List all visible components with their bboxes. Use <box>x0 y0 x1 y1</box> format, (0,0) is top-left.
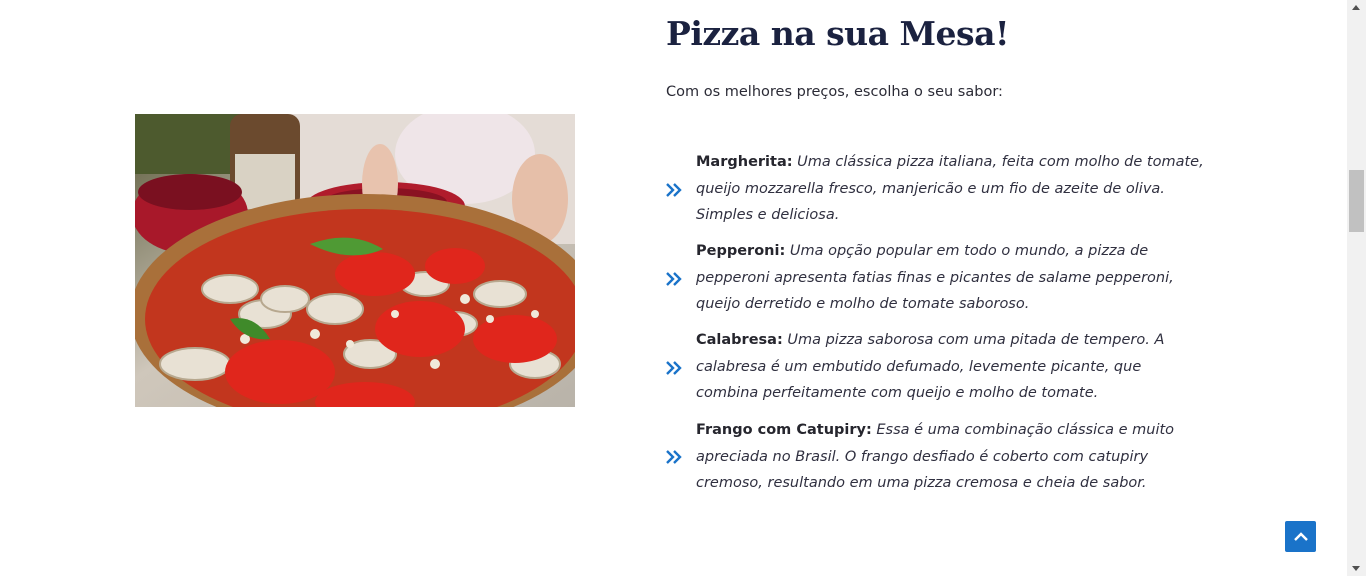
scroll-up-arrow-icon[interactable] <box>1352 5 1360 10</box>
scroll-down-arrow-icon[interactable] <box>1352 566 1360 571</box>
list-item-text: Pepperoni: Uma opção popular em todo o m… <box>696 238 1206 318</box>
scroll-to-top-button[interactable] <box>1285 521 1316 552</box>
section-title: Pizza na sua Mesa! <box>666 14 1009 53</box>
list-item-text: Frango com Catupiry: Essa é uma combinaç… <box>696 417 1206 497</box>
page-scrollbar[interactable] <box>1347 0 1366 576</box>
flavor-name: Pepperoni: <box>696 243 786 259</box>
list-item-frango-com-catupiry: Frango com Catupiry: Essa é uma combinaç… <box>666 417 1226 497</box>
double-chevron-right-icon <box>666 361 682 375</box>
double-chevron-right-icon <box>666 450 682 464</box>
list-item-calabresa: Calabresa: Uma pizza saborosa com uma pi… <box>666 327 1226 407</box>
list-item-text: Margherita: Uma clássica pizza italiana,… <box>696 149 1206 229</box>
list-item-pepperoni: Pepperoni: Uma opção popular em todo o m… <box>666 238 1226 318</box>
flavor-name: Margherita: <box>696 154 793 170</box>
double-chevron-right-icon <box>666 272 682 286</box>
list-item-text: Calabresa: Uma pizza saborosa com uma pi… <box>696 327 1206 407</box>
list-item-margherita: Margherita: Uma clássica pizza italiana,… <box>666 149 1226 229</box>
pizza-photo <box>135 114 575 407</box>
flavor-name: Calabresa: <box>696 332 783 348</box>
pizza-illustration <box>135 114 575 407</box>
scrollbar-thumb[interactable] <box>1349 170 1364 232</box>
double-chevron-right-icon <box>666 183 682 197</box>
section-subtitle: Com os melhores preços, escolha o seu sa… <box>666 84 1003 100</box>
flavor-name: Frango com Catupiry: <box>696 422 872 438</box>
chevron-up-icon <box>1293 532 1308 541</box>
